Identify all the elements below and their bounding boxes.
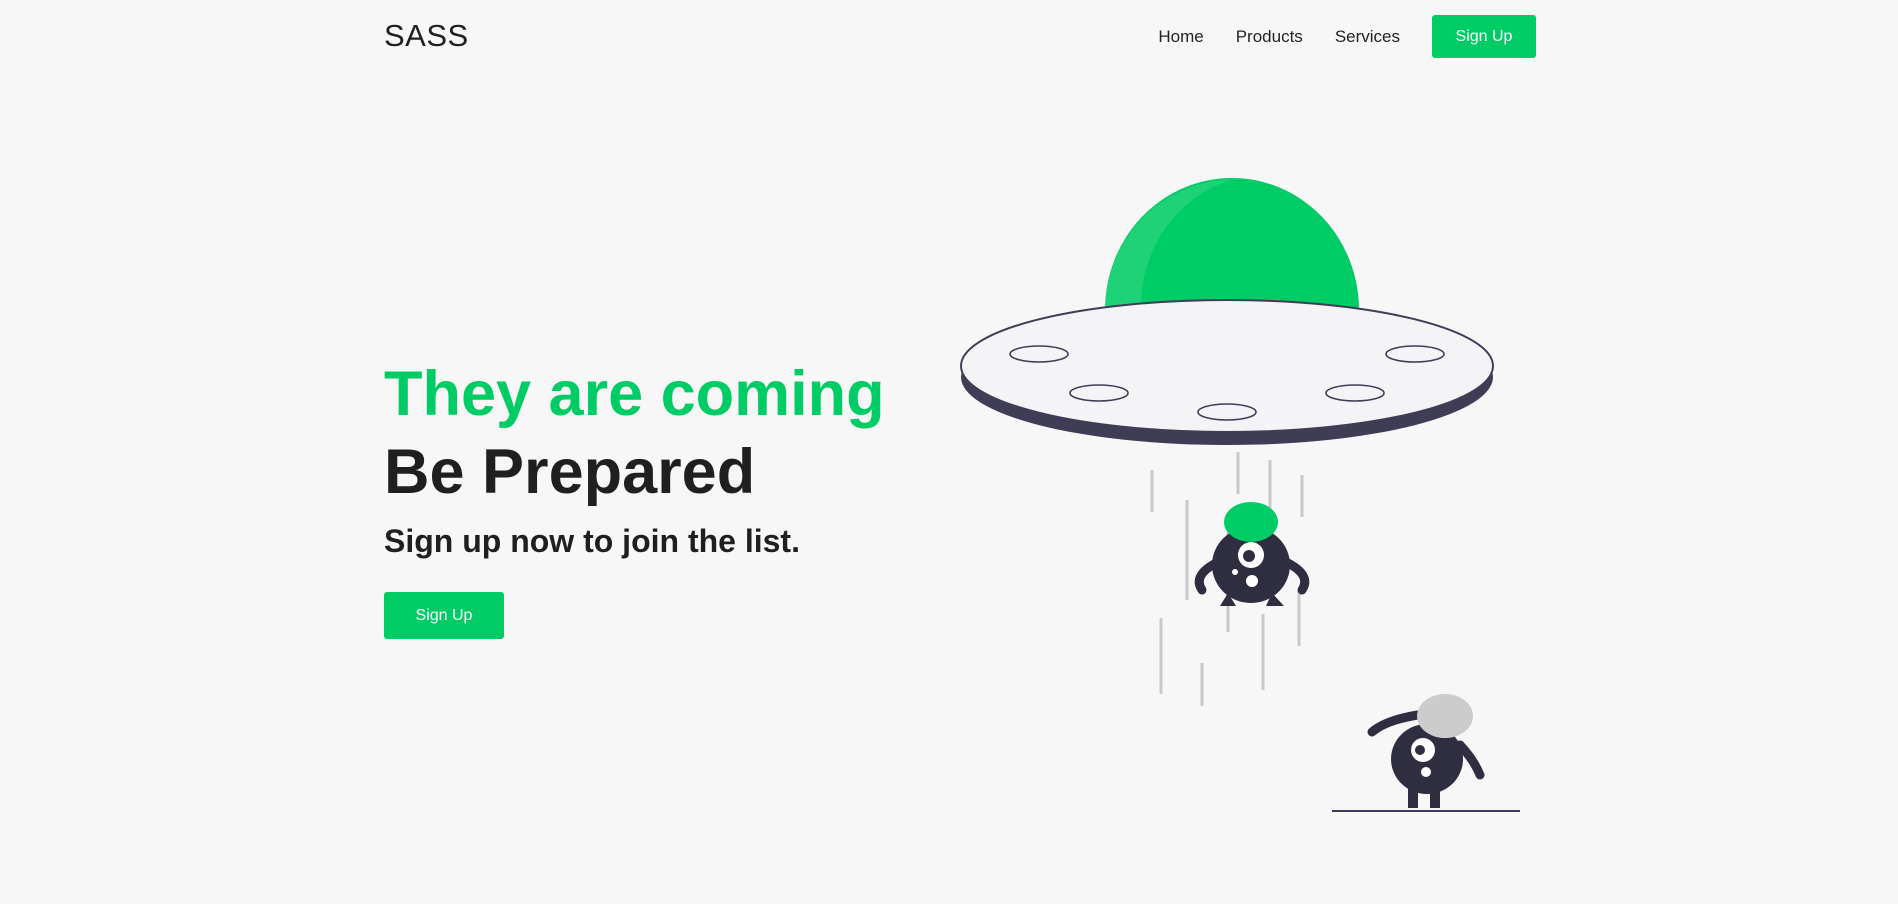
hero-section: They are coming Be Prepared Sign up now … bbox=[384, 355, 885, 639]
nav-services-link[interactable]: Services bbox=[1335, 27, 1400, 47]
landing-page: SASS Home Products Services Sign Up They… bbox=[0, 0, 1898, 904]
main-nav: Home Products Services Sign Up bbox=[1158, 15, 1536, 58]
floating-alien-icon bbox=[1194, 502, 1310, 606]
ufo-saucer-icon bbox=[960, 299, 1494, 445]
logo[interactable]: SASS bbox=[384, 18, 469, 54]
hero-subtitle: Sign up now to join the list. bbox=[384, 523, 800, 559]
hero-signup-button[interactable]: Sign Up bbox=[384, 592, 504, 639]
hero-headline: Be Prepared bbox=[384, 437, 756, 507]
ufo-abduction-illustration bbox=[940, 170, 1535, 825]
ufo-dome-icon bbox=[1105, 178, 1359, 310]
standing-alien-icon bbox=[1332, 694, 1535, 812]
nav-home-link[interactable]: Home bbox=[1158, 27, 1203, 47]
nav-products-link[interactable]: Products bbox=[1236, 27, 1303, 47]
hero-headline-accent: They are coming bbox=[384, 359, 885, 429]
nav-signup-button[interactable]: Sign Up bbox=[1432, 15, 1536, 58]
